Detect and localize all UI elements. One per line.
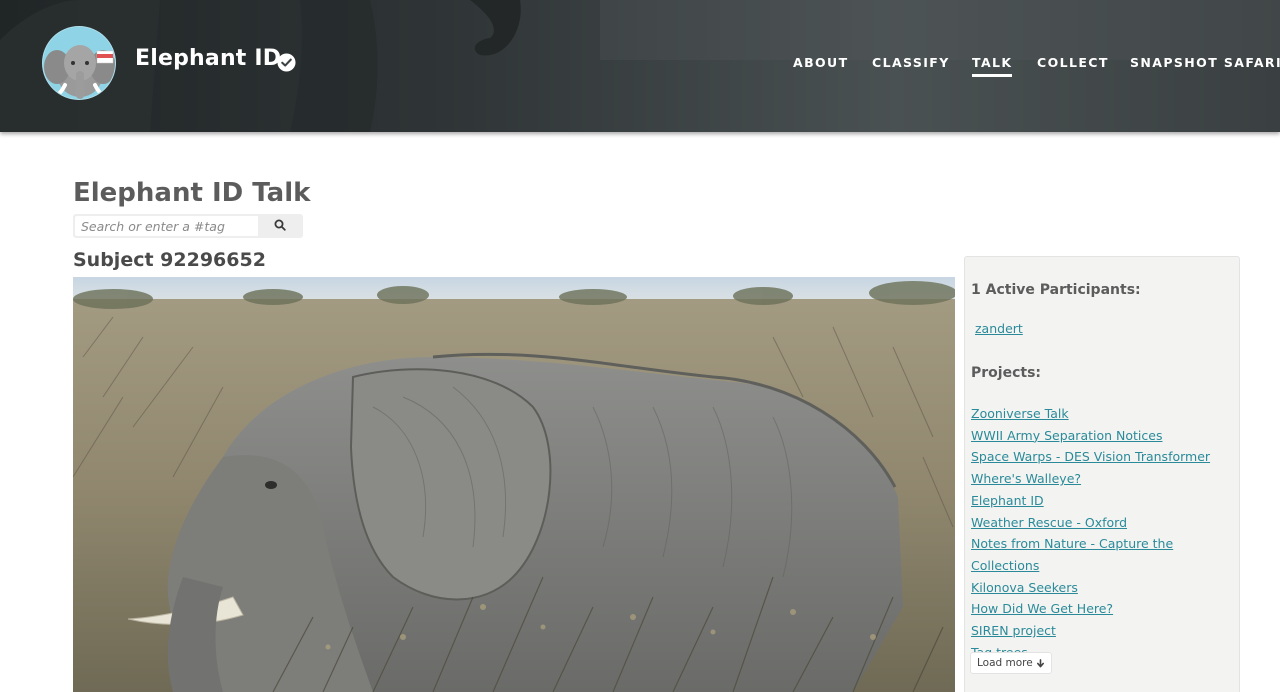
project-link[interactable]: Elephant ID bbox=[971, 493, 1044, 508]
project-link[interactable]: Weather Rescue - Oxford bbox=[971, 515, 1127, 530]
subject-title: Subject 92296652 bbox=[73, 249, 266, 271]
project-link[interactable]: Zooniverse Talk bbox=[971, 406, 1069, 421]
participants-heading: 1 Active Participants: bbox=[971, 282, 1141, 298]
project-link[interactable]: Notes from Nature - Capture the Collecti… bbox=[971, 536, 1173, 573]
talk-sidebar: 1 Active Participants: zandert Projects:… bbox=[964, 256, 1240, 692]
elephant-photo bbox=[73, 277, 955, 692]
talk-title: Elephant ID Talk bbox=[73, 178, 311, 208]
load-more-label: Load more bbox=[977, 657, 1033, 669]
site-header: Elephant ID ABOUT CLASSIFY TALK COLLECT … bbox=[0, 0, 1280, 132]
list-item: Kilonova Seekers bbox=[971, 577, 1233, 599]
list-item: Elephant ID bbox=[971, 490, 1233, 512]
list-item: Where's Walleye? bbox=[971, 468, 1233, 490]
project-link[interactable]: WWII Army Separation Notices bbox=[971, 428, 1162, 443]
project-link[interactable]: SIREN project bbox=[971, 623, 1056, 638]
list-item: Space Warps - DES Vision Transformer bbox=[971, 446, 1233, 468]
list-item: Zooniverse Talk bbox=[971, 403, 1233, 425]
project-link[interactable]: Space Warps - DES Vision Transformer bbox=[971, 449, 1210, 464]
nav-classify[interactable]: CLASSIFY bbox=[872, 55, 950, 70]
project-link[interactable]: How Did We Get Here? bbox=[971, 601, 1113, 616]
nav-about[interactable]: ABOUT bbox=[793, 55, 849, 70]
list-item: Weather Rescue - Oxford bbox=[971, 512, 1233, 534]
arrow-down-icon bbox=[1036, 658, 1044, 667]
list-item: SIREN project bbox=[971, 620, 1233, 642]
nav-snapshot-safari[interactable]: SNAPSHOT SAFARI bbox=[1130, 55, 1280, 70]
list-item: Notes from Nature - Capture the Collecti… bbox=[971, 533, 1233, 576]
search-icon bbox=[274, 219, 286, 231]
talk-search-input[interactable] bbox=[74, 215, 259, 237]
list-item: WWII Army Separation Notices bbox=[971, 425, 1233, 447]
project-link[interactable]: Kilonova Seekers bbox=[971, 580, 1078, 595]
participant-link[interactable]: zandert bbox=[975, 321, 1023, 336]
subject-image[interactable] bbox=[73, 277, 955, 692]
search-button[interactable] bbox=[258, 214, 302, 238]
projects-list: Zooniverse Talk WWII Army Separation Not… bbox=[971, 403, 1233, 663]
nav-collect[interactable]: COLLECT bbox=[1037, 55, 1109, 70]
nav-talk[interactable]: TALK bbox=[972, 55, 1013, 77]
project-nav: ABOUT CLASSIFY TALK COLLECT SNAPSHOT SAF… bbox=[0, 55, 1280, 79]
projects-heading: Projects: bbox=[971, 365, 1041, 381]
project-link[interactable]: Where's Walleye? bbox=[971, 471, 1081, 486]
load-more-button[interactable]: Load more bbox=[970, 652, 1052, 674]
list-item: How Did We Get Here? bbox=[971, 598, 1233, 620]
